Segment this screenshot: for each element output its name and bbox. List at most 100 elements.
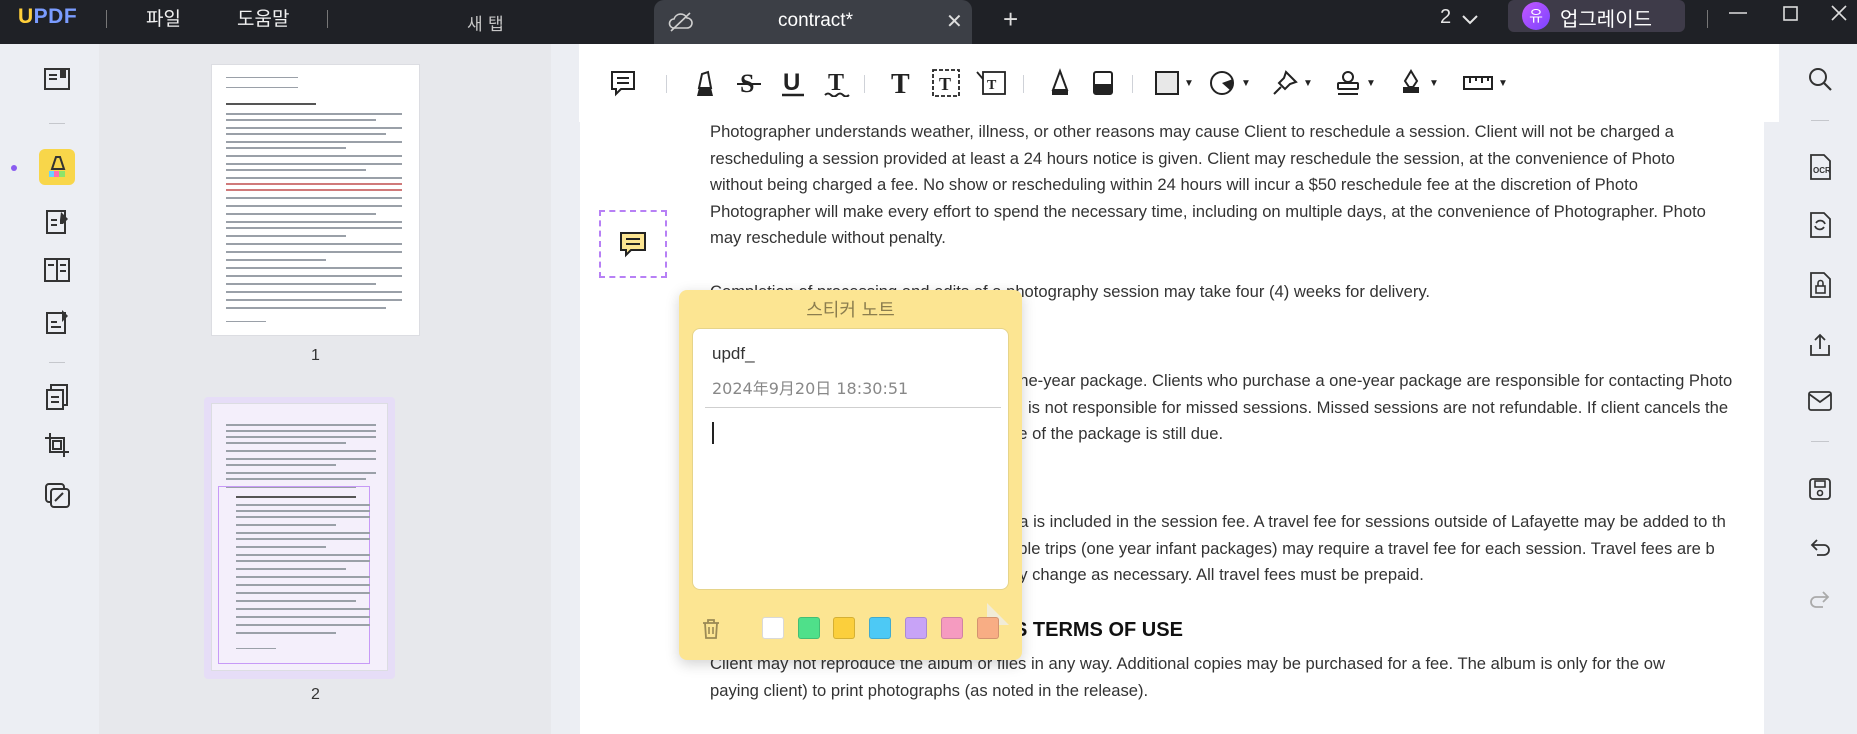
updf-logo: UPDF: [18, 5, 77, 29]
logo-letters-pdf: PDF: [33, 5, 78, 28]
divider: [1811, 441, 1829, 442]
divider: [1811, 120, 1829, 121]
email-icon[interactable]: [1805, 386, 1835, 416]
document-text-line: is not responsible for missed sessions. …: [1028, 397, 1729, 417]
page-thumbnail-1[interactable]: [212, 65, 419, 335]
menu-help[interactable]: 도움말: [237, 4, 289, 31]
divider: [1023, 75, 1024, 93]
underline-icon[interactable]: U: [780, 64, 806, 102]
maximize-icon[interactable]: [1782, 2, 1800, 28]
page-organize-icon[interactable]: [39, 252, 75, 288]
undo-icon[interactable]: [1805, 532, 1835, 562]
eraser-icon[interactable]: [1090, 64, 1116, 102]
reader-mode-icon[interactable]: [39, 61, 75, 97]
convert-icon[interactable]: [1805, 210, 1835, 240]
pencil-icon[interactable]: [1047, 64, 1073, 102]
highlighter-icon[interactable]: [692, 64, 718, 102]
sticky-note-input[interactable]: [709, 414, 995, 574]
divider: [1132, 75, 1133, 93]
comment-toolbar: S U T T T T ▼ ▼ ▼ ▼ ▼ ▼: [579, 44, 1779, 122]
pages-icon[interactable]: [39, 379, 75, 415]
signature-icon[interactable]: ▼: [1397, 64, 1439, 102]
document-text-line: paying client) to print photographs (as …: [710, 680, 1149, 700]
comment-icon[interactable]: [609, 64, 637, 102]
shape-rectangle-icon[interactable]: ▼: [1154, 64, 1194, 102]
sticky-note-card: updf_ 2024年9月20日 18:30:51: [692, 328, 1009, 625]
text-tool-icon[interactable]: T: [889, 64, 915, 102]
close-tab-icon[interactable]: ✕: [946, 9, 963, 34]
document-text-line: rescheduling a session provided at least…: [710, 148, 1675, 168]
svg-text:OCR: OCR: [1813, 166, 1831, 175]
divider: [1707, 10, 1708, 28]
color-swatch-yellow[interactable]: [833, 617, 855, 639]
strikethrough-icon[interactable]: S: [736, 64, 762, 102]
color-swatch-green[interactable]: [798, 617, 820, 639]
tab-contract[interactable]: contract* ✕: [654, 0, 972, 44]
trash-icon[interactable]: [701, 618, 721, 645]
divider: [864, 75, 865, 93]
page-thumbnail-label: 1: [311, 347, 320, 364]
search-icon[interactable]: [1805, 64, 1835, 94]
svg-text:T: T: [828, 70, 844, 96]
chevron-down-icon[interactable]: ▼: [1498, 78, 1508, 89]
title-bar: UPDF 파일 도움말 새 탭 contract* ✕ + 2 유 업그레이드: [0, 0, 1857, 44]
shape-ellipse-icon[interactable]: ▼: [1209, 64, 1251, 102]
close-window-icon[interactable]: [1830, 2, 1848, 28]
protect-icon[interactable]: [1805, 270, 1835, 300]
measure-icon[interactable]: ▼: [1462, 64, 1508, 102]
fill-sign-icon[interactable]: [39, 304, 75, 340]
ocr-icon[interactable]: OCR: [1805, 152, 1835, 182]
redo-icon[interactable]: [1805, 584, 1835, 614]
divider: [106, 10, 107, 28]
chevron-down-icon[interactable]: [1462, 7, 1478, 28]
cloud-off-icon[interactable]: [668, 11, 694, 38]
color-swatch-blue[interactable]: [869, 617, 891, 639]
add-tab-icon[interactable]: +: [1003, 4, 1018, 35]
color-swatch-pink[interactable]: [941, 617, 963, 639]
document-text-line: tiple trips (one year infant packages) m…: [1010, 538, 1715, 558]
divider: [327, 10, 328, 28]
crop-icon[interactable]: [39, 427, 75, 463]
menu-file[interactable]: 파일: [146, 4, 181, 31]
text-callout-icon[interactable]: T: [975, 64, 1007, 102]
chevron-down-icon[interactable]: ▼: [1303, 78, 1313, 89]
chevron-down-icon[interactable]: ▼: [1429, 78, 1439, 89]
pin-icon[interactable]: ▼: [1271, 64, 1313, 102]
section-heading: S TERMS OF USE: [1014, 619, 1183, 641]
page-thumbnail-2-selected[interactable]: [204, 397, 395, 679]
ai-tools-icon[interactable]: [39, 477, 75, 513]
svg-text:T: T: [939, 74, 951, 94]
stamp-icon[interactable]: ▼: [1334, 64, 1376, 102]
sticky-note-anchor[interactable]: [599, 210, 667, 278]
text-cursor: [712, 422, 714, 444]
thumbnail-panel: 1: [99, 44, 551, 734]
upgrade-button[interactable]: 유 업그레이드: [1508, 0, 1685, 32]
document-text-line: ce of the package is still due.: [1010, 424, 1224, 444]
logo-letter-u: U: [18, 5, 34, 28]
page-thumbnail-2[interactable]: [212, 404, 387, 670]
sticky-note-icon: [620, 232, 646, 258]
color-swatch-white[interactable]: [762, 617, 784, 639]
divider: [666, 75, 667, 93]
chevron-down-icon[interactable]: ▼: [1184, 78, 1194, 89]
chevron-down-icon[interactable]: ▼: [1366, 78, 1376, 89]
document-text-line: without being charged a fee. No show or …: [710, 175, 1638, 195]
open-window-count[interactable]: 2: [1440, 6, 1451, 29]
chevron-down-icon[interactable]: ▼: [1241, 78, 1251, 89]
svg-text:U: U: [783, 69, 800, 96]
squiggly-underline-icon[interactable]: T: [824, 64, 850, 102]
tab-new[interactable]: 새 탭: [467, 10, 504, 35]
svg-text:T: T: [891, 69, 910, 97]
save-icon[interactable]: [1805, 474, 1835, 504]
edit-pdf-icon[interactable]: [39, 204, 75, 240]
color-swatch-purple[interactable]: [905, 617, 927, 639]
sticky-note-popup[interactable]: 스티커 노트 updf_ 2024年9月20日 18:30:51: [679, 290, 1022, 660]
active-indicator: [11, 165, 17, 171]
minimize-icon[interactable]: [1727, 0, 1749, 32]
comment-mode-icon[interactable]: [39, 149, 75, 185]
color-swatch-orange[interactable]: [977, 617, 999, 639]
sticky-note-date: 2024年9月20日 18:30:51: [712, 379, 909, 398]
text-box-icon[interactable]: T: [931, 64, 961, 102]
share-icon[interactable]: [1805, 330, 1835, 360]
upgrade-label: 업그레이드: [1560, 7, 1652, 31]
